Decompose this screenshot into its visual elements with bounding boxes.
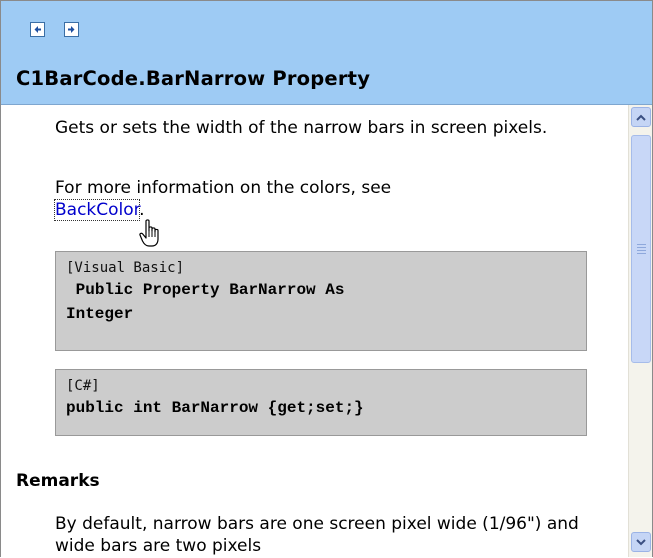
forward-button[interactable] bbox=[64, 22, 79, 37]
thumb-grip-line bbox=[637, 250, 646, 251]
code-text: public int BarNarrow {get;set;} bbox=[66, 399, 364, 417]
arrow-right-icon bbox=[68, 26, 75, 33]
hand-cursor-icon bbox=[139, 219, 159, 247]
property-description: Gets or sets the width of the narrow bar… bbox=[55, 118, 548, 138]
code-block-visual-basic: [Visual Basic] Public Property BarNarrow… bbox=[55, 251, 587, 351]
help-header: C1BarCode.BarNarrow Property bbox=[1, 1, 652, 105]
thumb-grip-line bbox=[637, 253, 646, 254]
code-language-label: [C#] bbox=[66, 378, 100, 394]
backcolor-link[interactable]: BackColor bbox=[53, 199, 141, 221]
more-info-prefix: For more information on the colors, see bbox=[55, 178, 392, 198]
thumb-grip-line bbox=[637, 247, 646, 248]
chevron-up-icon bbox=[636, 114, 646, 121]
scrollbar-thumb[interactable] bbox=[631, 135, 651, 363]
vertical-scrollbar[interactable] bbox=[628, 105, 652, 557]
arrow-left-icon bbox=[34, 26, 41, 33]
code-text: Public Property BarNarrow As Integer bbox=[66, 281, 345, 323]
scroll-up-button[interactable] bbox=[631, 107, 651, 127]
chevron-down-icon bbox=[636, 538, 646, 545]
remarks-text: By default, narrow bars are one screen p… bbox=[55, 514, 579, 556]
remarks-heading: Remarks bbox=[16, 471, 100, 491]
scroll-down-button[interactable] bbox=[631, 532, 651, 552]
thumb-grip-line bbox=[637, 244, 646, 245]
back-button[interactable] bbox=[30, 22, 45, 37]
code-block-csharp: [C#] public int BarNarrow {get;set;} bbox=[55, 369, 587, 436]
more-info-text: For more information on the colors, see … bbox=[53, 177, 595, 221]
help-content: Gets or sets the width of the narrow bar… bbox=[1, 105, 627, 557]
more-info-suffix: . bbox=[139, 200, 145, 220]
page-title: C1BarCode.BarNarrow Property bbox=[16, 67, 371, 90]
code-language-label: [Visual Basic] bbox=[66, 260, 185, 276]
help-window: C1BarCode.BarNarrow Property Gets or set… bbox=[0, 0, 653, 557]
